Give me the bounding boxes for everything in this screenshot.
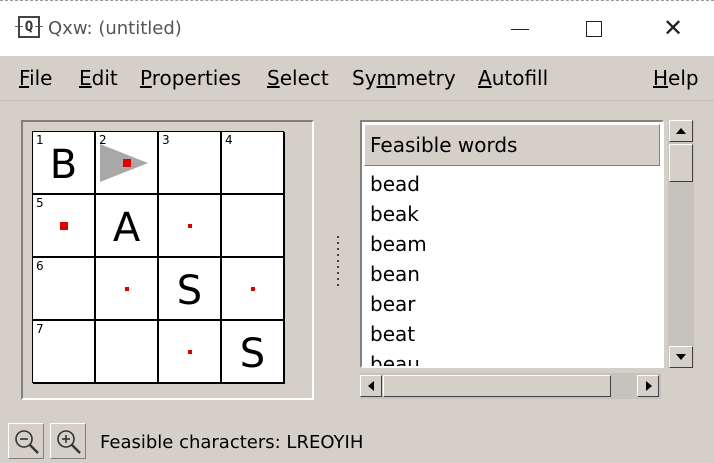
- menu-autofill[interactable]: Autofill: [478, 66, 548, 90]
- grid-cell[interactable]: S: [222, 321, 285, 384]
- window-title: Qxw: (untitled): [48, 18, 182, 39]
- grid-cell[interactable]: [159, 195, 222, 258]
- grid-cell[interactable]: [159, 321, 222, 384]
- cell-letter: S: [239, 331, 266, 377]
- zoom-in-icon: [57, 430, 81, 454]
- scroll-right-button[interactable]: [637, 375, 659, 397]
- feasibility-dot-icon: [188, 224, 192, 228]
- feasibility-dot-icon: [123, 159, 131, 167]
- menu-bar: File Edit Properties Select Symmetry Autofill…: [0, 56, 714, 101]
- close-button[interactable]: ✕: [658, 15, 688, 43]
- grid-cell[interactable]: 7: [33, 321, 96, 384]
- grid-cell[interactable]: S: [159, 258, 222, 321]
- status-bar: Feasible characters: LREOYIH: [0, 418, 714, 463]
- grid-cell[interactable]: 3: [159, 132, 222, 195]
- crossword-grid[interactable]: 1B2 3 4 5 A 6 S 7 S: [32, 131, 285, 384]
- feasible-characters-status: Feasible characters: LREOYIH: [100, 432, 364, 453]
- feasibility-dot-icon: [125, 287, 129, 291]
- feasible-words-list[interactable]: Feasible words bead beak beam bean bear beat b…: [360, 120, 664, 368]
- scroll-left-button[interactable]: [360, 375, 382, 397]
- horizontal-scrollbar[interactable]: [360, 373, 661, 399]
- maximize-button[interactable]: [580, 15, 610, 43]
- arrow-right-icon: [646, 381, 652, 391]
- minimize-button[interactable]: [505, 15, 535, 43]
- vertical-scrollbar[interactable]: [668, 120, 694, 368]
- list-item[interactable]: beam: [370, 231, 427, 261]
- menu-edit[interactable]: Edit: [79, 66, 118, 90]
- feasible-words-header[interactable]: Feasible words: [364, 124, 660, 166]
- list-item[interactable]: bean: [370, 261, 427, 291]
- list-item[interactable]: beau: [370, 351, 427, 366]
- cell-letter: S: [176, 268, 203, 314]
- scroll-down-button[interactable]: [669, 346, 693, 368]
- grid-cell[interactable]: 6: [33, 258, 96, 321]
- menu-file[interactable]: File: [19, 66, 52, 90]
- scroll-up-button[interactable]: [669, 120, 693, 142]
- menu-help[interactable]: Help: [653, 66, 699, 90]
- zoom-out-icon: [15, 430, 39, 454]
- feasibility-dot-icon: [188, 350, 192, 354]
- clue-number: 2: [99, 133, 107, 147]
- zoom-out-button[interactable]: [8, 423, 44, 459]
- menu-symmetry[interactable]: Symmetry: [352, 66, 456, 90]
- arrow-up-icon: [676, 128, 686, 134]
- list-item[interactable]: bead: [370, 171, 427, 201]
- grid-cell[interactable]: [222, 258, 285, 321]
- grid-cell[interactable]: A: [96, 195, 159, 258]
- grid-cell[interactable]: [96, 258, 159, 321]
- clue-number: 5: [36, 196, 44, 210]
- arrow-left-icon: [368, 381, 374, 391]
- clue-number: 3: [162, 133, 170, 147]
- menu-select[interactable]: Select: [267, 66, 329, 90]
- pane-splitter[interactable]: [336, 236, 340, 292]
- feasibility-dot-icon: [251, 287, 255, 291]
- clue-number: 7: [36, 322, 44, 336]
- title-bar: Q Qxw: (untitled) ✕: [0, 0, 714, 56]
- horizontal-scroll-thumb[interactable]: [383, 375, 611, 397]
- grid-cell[interactable]: [96, 321, 159, 384]
- list-item[interactable]: beat: [370, 321, 427, 351]
- cell-letter: A: [112, 205, 141, 251]
- arrow-down-icon: [676, 354, 686, 360]
- vertical-scroll-thumb[interactable]: [669, 144, 693, 182]
- list-item[interactable]: beak: [370, 201, 427, 231]
- list-item[interactable]: bear: [370, 291, 427, 321]
- clue-number: 4: [225, 133, 233, 147]
- cell-letter: B: [49, 142, 78, 188]
- grid-cell[interactable]: [222, 195, 285, 258]
- clue-number: 6: [36, 259, 44, 273]
- zoom-in-button[interactable]: [50, 423, 86, 459]
- grid-cell[interactable]: 1B: [33, 132, 96, 195]
- feasible-words-items: bead beak beam bean bear beat beau: [370, 171, 427, 366]
- app-icon: Q: [15, 16, 43, 38]
- grid-cell[interactable]: 4: [222, 132, 285, 195]
- menu-properties[interactable]: Properties: [140, 66, 241, 90]
- grid-cell[interactable]: 5: [33, 195, 96, 258]
- grid-cell[interactable]: 2: [96, 132, 159, 195]
- feasibility-dot-icon: [60, 222, 68, 230]
